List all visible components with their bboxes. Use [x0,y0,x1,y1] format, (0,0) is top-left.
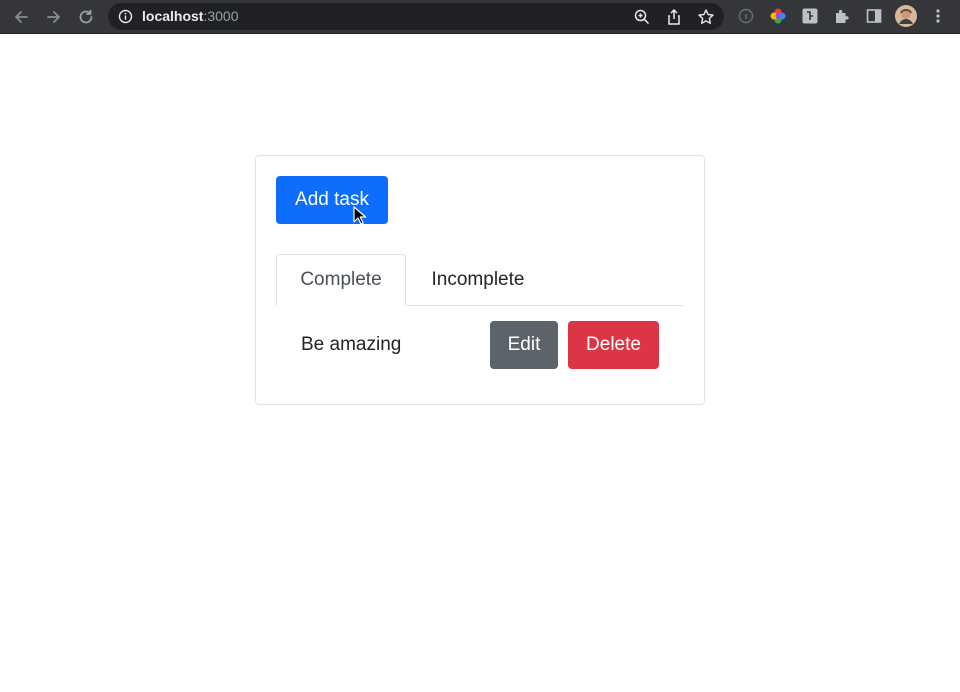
puzzle-icon[interactable] [833,7,851,25]
kebab-menu-icon[interactable] [929,7,947,25]
task-title: Be amazing [301,334,402,355]
edit-button[interactable]: Edit [490,321,558,369]
side-panel-icon[interactable] [865,7,883,25]
info-icon[interactable] [118,9,133,24]
color-wheel-icon[interactable] [769,7,787,25]
address-bar[interactable]: localhost:3000 [108,3,724,30]
star-icon[interactable] [697,8,715,26]
forward-arrow-icon[interactable] [42,5,66,29]
task-card: Add task Complete Incomplete Be amazing … [255,155,705,405]
add-task-button[interactable]: Add task [276,176,388,224]
share-icon[interactable] [665,8,683,26]
url-port: :3000 [203,8,239,24]
browser-toolbar: localhost:3000 [0,0,960,34]
zoom-icon[interactable] [633,8,651,26]
tab-complete[interactable]: Complete [276,254,406,306]
url-text: localhost:3000 [142,8,239,25]
avatar[interactable] [895,5,917,27]
extension-info-icon[interactable] [737,7,755,25]
extension-square-icon[interactable] [801,7,819,25]
tab-incomplete[interactable]: Incomplete [406,254,550,306]
mouse-pointer-icon [353,206,367,225]
url-host: localhost [142,8,204,24]
back-arrow-icon[interactable] [9,5,33,29]
delete-button[interactable]: Delete [568,321,659,369]
reload-icon[interactable] [74,5,98,29]
